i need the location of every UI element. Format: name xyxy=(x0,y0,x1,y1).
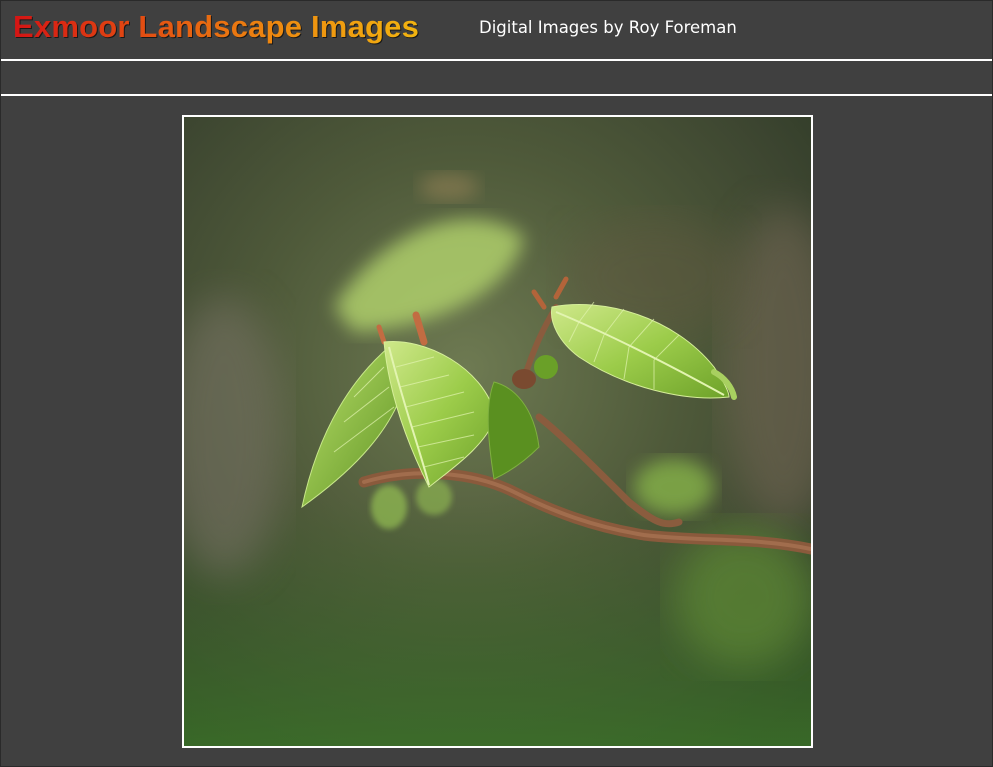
nav-bar xyxy=(1,61,992,96)
site-title[interactable]: Exmoor Landscape Images xyxy=(13,9,419,45)
site-subtitle: Digital Images by Roy Foreman xyxy=(479,18,737,37)
main-photo[interactable] xyxy=(182,115,813,748)
photo-image xyxy=(184,117,811,746)
site-header: Exmoor Landscape Images Digital Images b… xyxy=(1,1,992,61)
page-frame: Exmoor Landscape Images Digital Images b… xyxy=(0,0,993,767)
